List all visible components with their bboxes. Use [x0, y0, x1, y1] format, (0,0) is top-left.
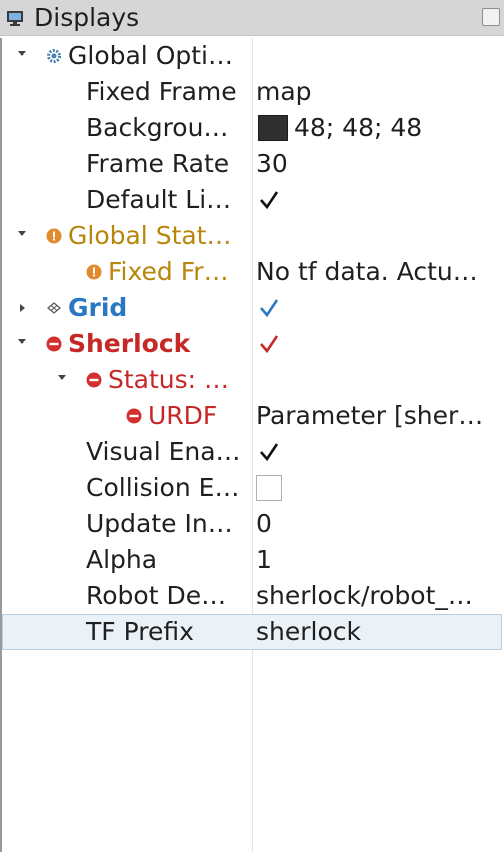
row-value: No tf data. Actu… — [256, 257, 478, 286]
tree-row-default-light[interactable]: Default Li… — [2, 182, 502, 218]
row-name: Alpha — [86, 545, 158, 574]
tree-row-urdf[interactable]: URDF Parameter [sher… — [2, 398, 502, 434]
close-panel-button[interactable] — [482, 8, 500, 26]
tree-row-status[interactable]: Status: … — [2, 362, 502, 398]
row-name: Frame Rate — [86, 149, 230, 178]
default-light-checkbox[interactable] — [256, 187, 282, 213]
gear-icon — [47, 49, 61, 63]
row-value[interactable]: map — [256, 74, 312, 110]
row-value[interactable]: 1 — [256, 542, 272, 578]
row-name: URDF — [148, 401, 218, 430]
warning-icon — [46, 228, 62, 244]
row-name: Fixed Fr… — [108, 257, 229, 286]
collapse-arrow-icon[interactable] — [20, 304, 25, 312]
row-name: Grid — [68, 293, 128, 322]
row-name: Fixed Frame — [86, 77, 237, 106]
collision-enabled-checkbox[interactable] — [256, 475, 282, 501]
panel-title: Displays — [34, 3, 140, 32]
row-name: Visual Ena… — [86, 437, 241, 466]
grid-enabled-checkbox[interactable] — [256, 295, 282, 321]
error-icon — [46, 336, 62, 352]
tree-row-visual-enabled[interactable]: Visual Ena… — [2, 434, 502, 470]
tree-row-background-color[interactable]: Backgrou… 48; 48; 48 — [2, 110, 502, 146]
row-name: Collision E… — [86, 473, 240, 502]
row-name: Update In… — [86, 509, 233, 538]
sherlock-enabled-checkbox[interactable] — [256, 331, 282, 357]
row-value[interactable]: 0 — [256, 506, 272, 542]
checkmark-icon — [260, 443, 279, 462]
checkmark-icon — [260, 335, 279, 354]
tree-row-frame-rate[interactable]: Frame Rate 30 — [2, 146, 502, 182]
row-name: Status: … — [108, 365, 230, 394]
expand-arrow-icon[interactable] — [18, 51, 26, 56]
row-name: Sherlock — [68, 329, 191, 358]
grid-icon — [47, 302, 61, 314]
row-value[interactable]: sherlock — [256, 614, 361, 650]
displays-title-bar: Displays — [0, 0, 504, 36]
tree-row-robot-description[interactable]: Robot De… sherlock/robot_… — [2, 578, 502, 614]
expand-arrow-icon[interactable] — [18, 231, 26, 236]
row-name: TF Prefix — [86, 617, 194, 646]
tree-row-alpha[interactable]: Alpha 1 — [2, 542, 502, 578]
color-swatch[interactable] — [258, 115, 288, 141]
error-icon — [86, 372, 102, 388]
checkmark-icon — [260, 299, 279, 318]
tree-row-tf-prefix[interactable]: TF Prefix sherlock — [2, 614, 502, 650]
monitor-icon — [7, 11, 23, 26]
row-name: Backgrou… — [86, 113, 229, 142]
tree-row-global-options[interactable]: Global Opti… — [2, 38, 502, 74]
error-icon — [126, 408, 142, 424]
tree-row-collision-enabled[interactable]: Collision E… — [2, 470, 502, 506]
displays-tree: Global Opti… Fixed Frame map Backgrou… 4… — [0, 38, 504, 852]
expand-arrow-icon[interactable] — [58, 375, 66, 380]
tree-row-update-interval[interactable]: Update In… 0 — [2, 506, 502, 542]
row-name: Robot De… — [86, 581, 227, 610]
tree-row-sherlock[interactable]: Sherlock — [2, 326, 502, 362]
row-value[interactable]: 30 — [256, 146, 288, 182]
row-name: Global Stat… — [68, 221, 232, 250]
tree-row-fixed-frame[interactable]: Fixed Frame map — [2, 74, 502, 110]
row-name: Global Opti… — [68, 41, 233, 70]
expand-arrow-icon[interactable] — [18, 339, 26, 344]
row-name: Default Li… — [86, 185, 232, 214]
row-value: Parameter [sher… — [256, 401, 484, 430]
row-value[interactable]: sherlock/robot_… — [256, 578, 473, 614]
row-value[interactable]: 48; 48; 48 — [294, 110, 422, 146]
tree-row-fixed-frame-status[interactable]: Fixed Fr… No tf data. Actu… — [2, 254, 502, 290]
tree-row-grid[interactable]: Grid — [2, 290, 502, 326]
checkmark-icon — [260, 191, 279, 210]
warning-icon — [86, 264, 102, 280]
tree-row-global-status[interactable]: Global Stat… — [2, 218, 502, 254]
visual-enabled-checkbox[interactable] — [256, 439, 282, 465]
